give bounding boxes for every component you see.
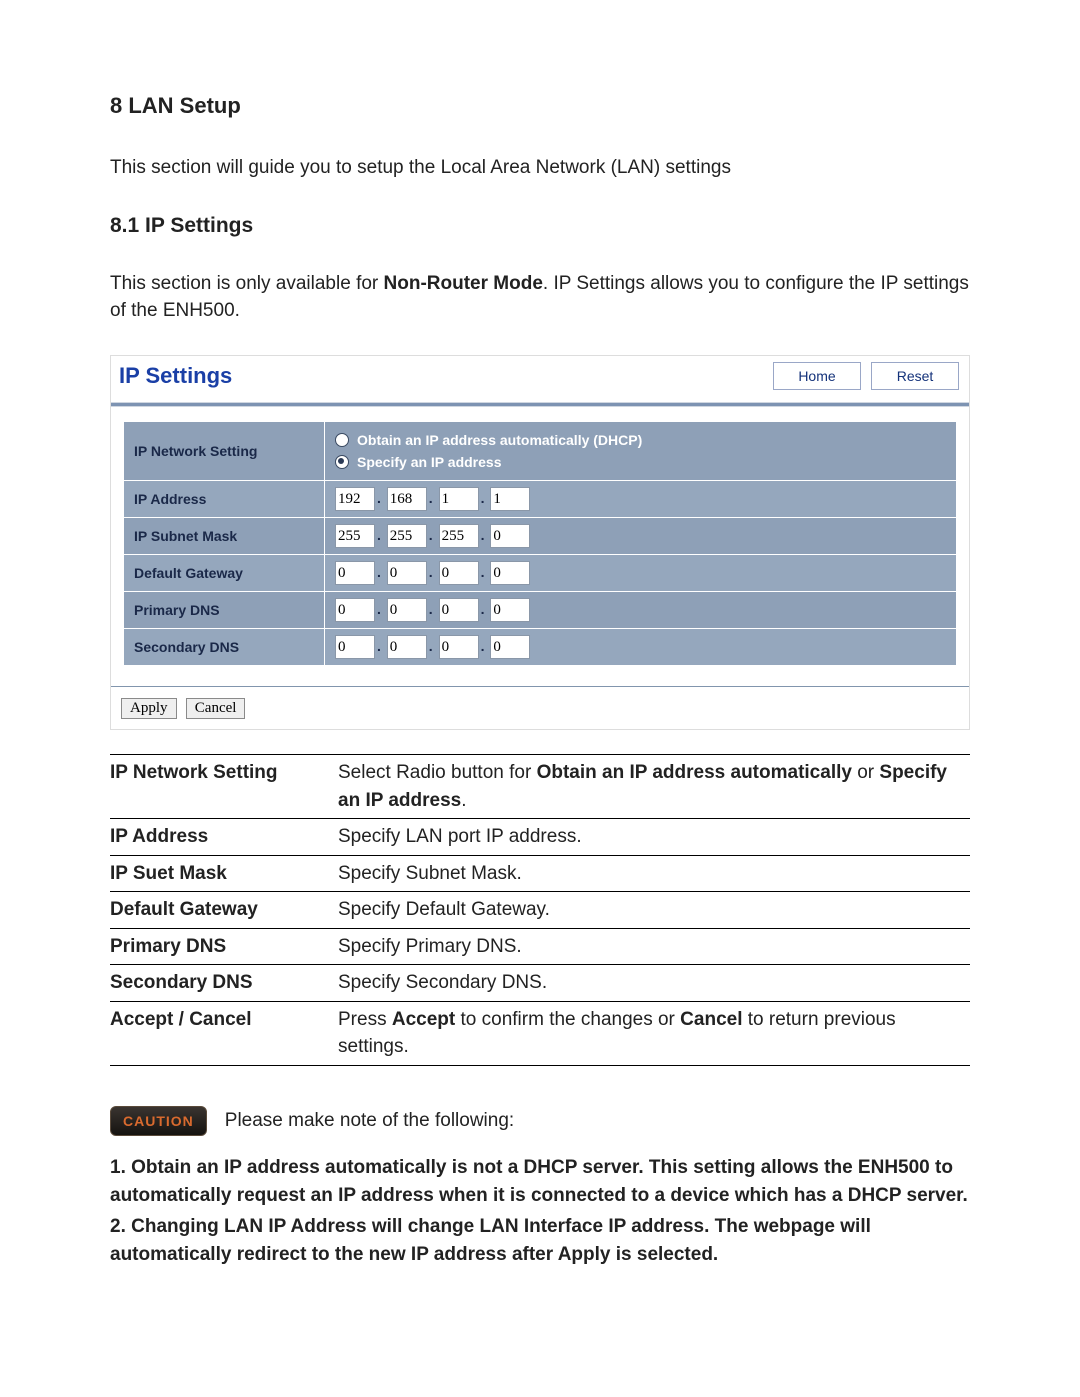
subnet-octet-2[interactable]: [387, 524, 427, 548]
desc-key: IP Network Setting: [110, 755, 338, 819]
text-bold: Accept: [392, 1009, 455, 1030]
dot-icon: .: [429, 638, 433, 654]
pdns-octet-4[interactable]: [490, 598, 530, 622]
desc-key: Default Gateway: [110, 892, 338, 929]
dot-icon: .: [377, 638, 381, 654]
row-label: IP Subnet Mask: [124, 518, 325, 555]
desc-value: Press Accept to confirm the changes or C…: [338, 1001, 970, 1065]
caution-lead: Please make note of the following:: [225, 1107, 514, 1135]
text-bold: Cancel: [680, 1009, 742, 1030]
text: Select Radio button for: [338, 762, 537, 783]
subsection-intro: This section is only available for Non-R…: [110, 270, 970, 325]
gateway-octet-2[interactable]: [387, 561, 427, 585]
description-table: IP Network Setting Select Radio button f…: [110, 754, 970, 1066]
gateway-octet-1[interactable]: [335, 561, 375, 585]
home-button[interactable]: Home: [773, 362, 861, 390]
subnet-octet-4[interactable]: [490, 524, 530, 548]
caution-note-2: 2. Changing LAN IP Address will change L…: [110, 1213, 970, 1268]
dot-icon: .: [481, 490, 485, 506]
caution-line: CAUTION Please make note of the followin…: [110, 1106, 970, 1136]
ip-settings-panel: IP Settings Home Reset IP Network Settin…: [110, 355, 970, 730]
sdns-octet-3[interactable]: [439, 635, 479, 659]
radio-specify[interactable]: Specify an IP address: [335, 452, 946, 472]
sdns-octet-4[interactable]: [490, 635, 530, 659]
sdns-octet-1[interactable]: [335, 635, 375, 659]
caution-badge: CAUTION: [110, 1106, 207, 1136]
gateway-octet-3[interactable]: [439, 561, 479, 585]
caution-note-1: 1. Obtain an IP address automatically is…: [110, 1154, 970, 1209]
desc-value: Select Radio button for Obtain an IP add…: [338, 755, 970, 819]
desc-value: Specify Subnet Mask.: [338, 855, 970, 892]
radio-label: Obtain an IP address automatically (DHCP…: [357, 430, 642, 450]
desc-key: IP Address: [110, 819, 338, 856]
desc-key: Secondary DNS: [110, 965, 338, 1002]
desc-value: Specify LAN port IP address.: [338, 819, 970, 856]
desc-key: IP Suet Mask: [110, 855, 338, 892]
subnet-inputs: . . .: [325, 518, 957, 555]
ip-octet-3[interactable]: [439, 487, 479, 511]
dot-icon: .: [377, 490, 381, 506]
ip-octet-2[interactable]: [387, 487, 427, 511]
dot-icon: .: [429, 601, 433, 617]
dot-icon: .: [377, 601, 381, 617]
sdns-octet-2[interactable]: [387, 635, 427, 659]
panel-title: IP Settings: [119, 360, 232, 392]
primary-dns-inputs: . . .: [325, 592, 957, 629]
row-label: IP Network Setting: [124, 421, 325, 481]
config-table: IP Network Setting Obtain an IP address …: [123, 421, 957, 667]
row-label: Primary DNS: [124, 592, 325, 629]
row-value: Obtain an IP address automatically (DHCP…: [325, 421, 957, 481]
ip-octet-4[interactable]: [490, 487, 530, 511]
dot-icon: .: [429, 527, 433, 543]
dot-icon: .: [429, 490, 433, 506]
desc-key: Accept / Cancel: [110, 1001, 338, 1065]
reset-button[interactable]: Reset: [871, 362, 959, 390]
desc-key: Primary DNS: [110, 928, 338, 965]
subnet-octet-3[interactable]: [439, 524, 479, 548]
text-bold: Non-Router Mode: [384, 273, 543, 294]
section-title: 8 LAN Setup: [110, 90, 970, 122]
desc-value: Specify Default Gateway.: [338, 892, 970, 929]
radio-label: Specify an IP address: [357, 452, 501, 472]
row-label: Default Gateway: [124, 555, 325, 592]
dot-icon: .: [481, 638, 485, 654]
pdns-octet-2[interactable]: [387, 598, 427, 622]
panel-header: IP Settings Home Reset: [111, 356, 969, 402]
cancel-button[interactable]: Cancel: [186, 698, 246, 719]
text: to confirm the changes or: [455, 1009, 680, 1030]
row-label: IP Address: [124, 481, 325, 518]
radio-dhcp[interactable]: Obtain an IP address automatically (DHCP…: [335, 430, 946, 450]
desc-value: Specify Primary DNS.: [338, 928, 970, 965]
gateway-inputs: . . .: [325, 555, 957, 592]
subsection-title: 8.1 IP Settings: [110, 211, 970, 241]
panel-separator: [111, 402, 969, 407]
panel-buttons: Home Reset: [773, 362, 959, 390]
section-intro: This section will guide you to setup the…: [110, 154, 970, 182]
dot-icon: .: [481, 527, 485, 543]
dot-icon: .: [377, 564, 381, 580]
text-bold: Obtain an IP address automatically: [537, 762, 852, 783]
pdns-octet-3[interactable]: [439, 598, 479, 622]
dot-icon: .: [377, 527, 381, 543]
gateway-octet-4[interactable]: [490, 561, 530, 585]
dot-icon: .: [429, 564, 433, 580]
ip-address-inputs: . . .: [325, 481, 957, 518]
row-label: Secondary DNS: [124, 629, 325, 666]
radio-icon: [335, 455, 349, 469]
pdns-octet-1[interactable]: [335, 598, 375, 622]
text: or: [852, 762, 879, 783]
desc-value: Specify Secondary DNS.: [338, 965, 970, 1002]
text: Press: [338, 1009, 392, 1030]
ip-octet-1[interactable]: [335, 487, 375, 511]
text: This section is only available for: [110, 273, 384, 294]
panel-actions: Apply Cancel: [111, 686, 969, 729]
dot-icon: .: [481, 601, 485, 617]
dot-icon: .: [481, 564, 485, 580]
secondary-dns-inputs: . . .: [325, 629, 957, 666]
text: .: [461, 790, 466, 811]
radio-icon: [335, 433, 349, 447]
apply-button[interactable]: Apply: [121, 698, 177, 719]
subnet-octet-1[interactable]: [335, 524, 375, 548]
